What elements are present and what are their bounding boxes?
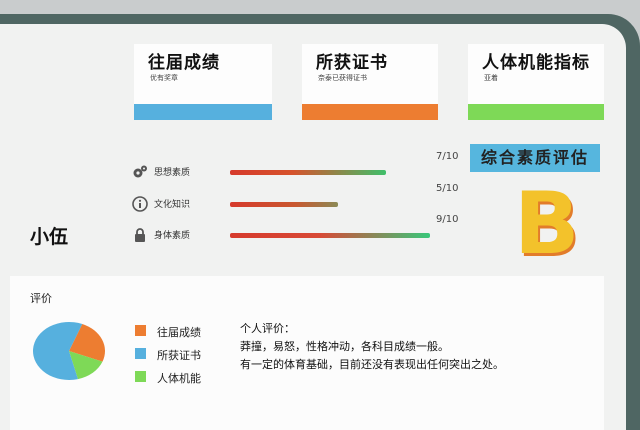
metric-score: 7/10 [436, 151, 459, 162]
grade-letter: B [514, 174, 580, 274]
legend-label: 往届成绩 [157, 326, 201, 339]
metric-bar-track [230, 170, 430, 175]
card-body-indicators[interactable]: 人体机能指标 亚着 [468, 44, 604, 120]
card-title: 所获证书 [316, 53, 388, 73]
metric-score: 9/10 [436, 214, 459, 225]
review-title: 评价 [30, 292, 52, 305]
legend-label: 所获证书 [157, 349, 201, 362]
metric-label: 文化知识 [154, 200, 191, 210]
lock-icon [135, 228, 145, 242]
metric-label: 思想素质 [154, 168, 191, 178]
comment-heading: 个人评价： [240, 322, 295, 335]
legend-label: 人体机能 [157, 372, 201, 385]
metric-bar-track [230, 202, 430, 207]
card-title: 人体机能指标 [482, 53, 590, 73]
metric-bar-track [230, 233, 430, 238]
card-subtitle: 亚着 [484, 74, 498, 82]
metric-bar-fill [230, 170, 386, 175]
legend-swatch [135, 325, 146, 336]
card-title: 往届成绩 [148, 53, 220, 73]
metric-label: 身体素质 [154, 231, 191, 241]
metric-row-culture: 文化知识 5/10 [132, 183, 458, 214]
evaluation-title: 综合素质评估 [470, 144, 600, 172]
card-certificates[interactable]: 所获证书 奈泰已获得证书 [302, 44, 438, 120]
gears-icon [133, 165, 147, 178]
card-subtitle: 优有奖章 [150, 74, 178, 82]
card-color-bar [134, 104, 272, 120]
comment-line: 莽撞，易怒，性格冲动，各科目成绩一般。 [240, 340, 449, 353]
legend-swatch [135, 371, 146, 382]
info-icon [132, 196, 148, 212]
student-name: 小伍 [30, 226, 69, 248]
metric-row-physique: 身体素质 9/10 [132, 214, 458, 245]
card-subtitle: 奈泰已获得证书 [318, 74, 367, 82]
card-color-bar [468, 104, 604, 120]
metric-bar-fill [230, 233, 430, 238]
card-color-bar [302, 104, 438, 120]
metric-bar-fill [230, 202, 338, 207]
metric-score: 5/10 [436, 183, 459, 194]
metric-row-ideology: 思想素质 7/10 [132, 151, 458, 182]
review-panel: 评价 往届成绩 所获证书 人体机能 个人评价： 莽撞，易怒，性格冲动，各科目成绩… [10, 276, 604, 430]
dashboard-screen: 往届成绩 优有奖章 所获证书 奈泰已获得证书 人体机能指标 亚着 思想素质 7/… [0, 24, 626, 430]
legend-swatch [135, 348, 146, 359]
comment-line: 有一定的体育基础，目前还没有表现出任何突出之处。 [240, 358, 504, 371]
pie-chart [33, 322, 105, 380]
card-past-scores[interactable]: 往届成绩 优有奖章 [134, 44, 272, 120]
